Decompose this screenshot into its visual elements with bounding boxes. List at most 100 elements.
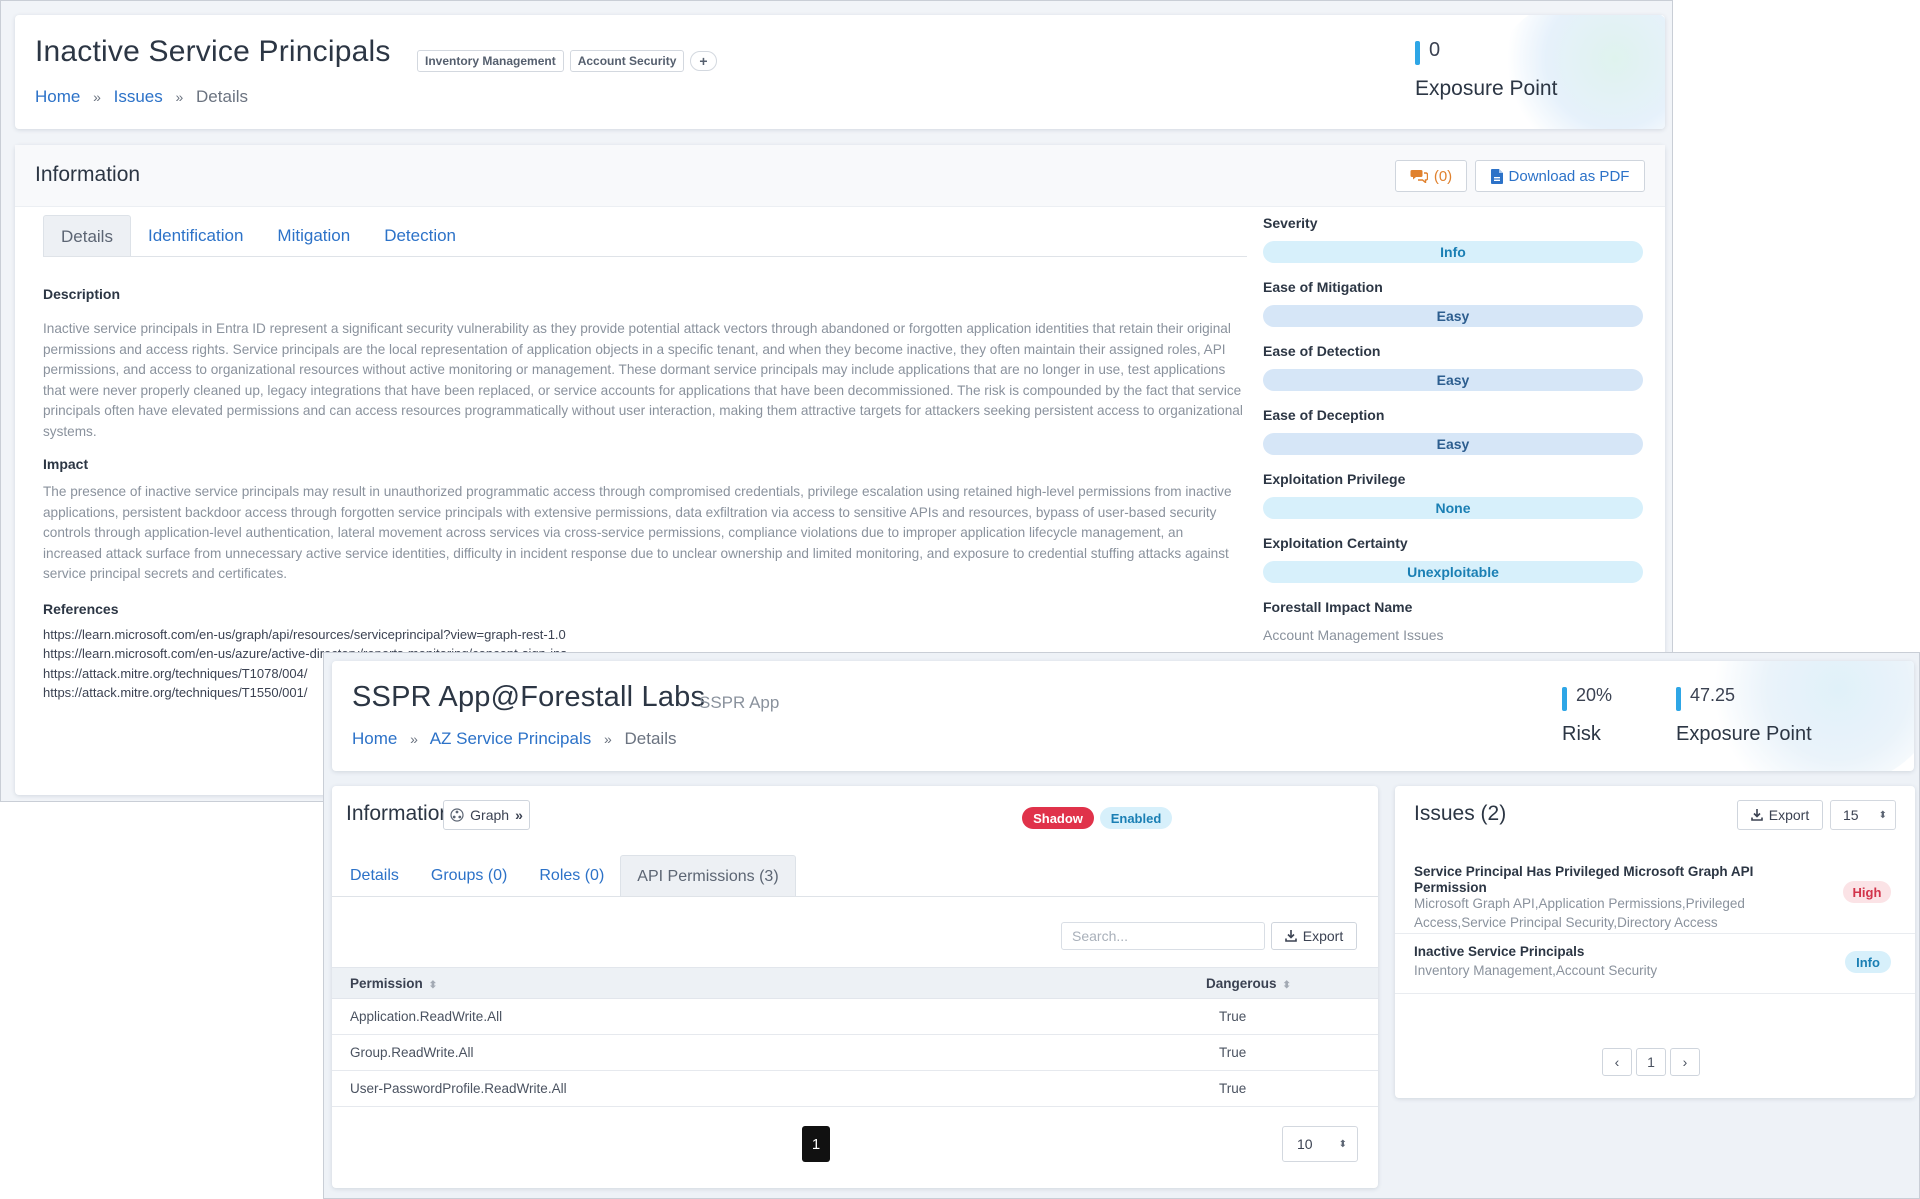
tab-roles[interactable]: Roles (0) <box>523 855 620 897</box>
ease-of-deception-label: Ease of Deception <box>1263 407 1385 423</box>
sort-icon: ⬍ <box>1282 980 1291 991</box>
graph-button-label: Graph <box>470 807 510 823</box>
tab-divider <box>43 256 1247 257</box>
table-row[interactable]: Group.ReadWrite.All True <box>332 1035 1378 1071</box>
breadcrumb-home[interactable]: Home <box>352 729 397 748</box>
download-pdf-label: Download as PDF <box>1508 167 1630 185</box>
risk-value: 20% <box>1576 685 1613 705</box>
metric-accent-bar <box>1415 41 1420 65</box>
ease-of-detection-pill: Easy <box>1263 369 1643 391</box>
reference-link[interactable]: https://learn.microsoft.com/en-us/graph/… <box>43 627 566 642</box>
tab-identification[interactable]: Identification <box>131 215 260 257</box>
column-permission-label: Permission <box>350 976 423 991</box>
exposure-point-label: Exposure Point <box>1676 723 1812 745</box>
table-row[interactable]: Application.ReadWrite.All True <box>332 999 1378 1035</box>
tab-divider <box>332 896 1378 897</box>
select-arrows-icon: ⬍ <box>1338 1138 1347 1150</box>
exposure-point-value: 47.25 <box>1690 685 1736 705</box>
information-card-header: Information (0) Download as PDF <box>15 145 1665 207</box>
exposure-point-label: Exposure Point <box>1415 77 1558 100</box>
metric-accent-bar <box>1676 687 1681 711</box>
reference-link[interactable]: https://attack.mitre.org/techniques/T107… <box>43 666 307 681</box>
issues-export-button[interactable]: Export <box>1737 800 1823 830</box>
breadcrumb: Home » Issues » Details <box>35 87 248 107</box>
search-input[interactable]: Search... <box>1061 922 1265 950</box>
exploitation-certainty-pill: Unexploitable <box>1263 561 1643 583</box>
ease-of-mitigation-label: Ease of Mitigation <box>1263 279 1383 295</box>
page-size-value: 10 <box>1297 1136 1313 1152</box>
information-title: Information <box>346 802 452 825</box>
issue-title[interactable]: Service Principal Has Privileged Microso… <box>1414 864 1784 896</box>
exposure-point-metric: 47.25 Exposure Point <box>1676 685 1876 755</box>
double-chevron-icon: » <box>515 807 523 823</box>
pdf-file-icon <box>1490 168 1503 184</box>
column-permission[interactable]: Permission ⬍ <box>350 976 437 991</box>
breadcrumb-current: Details <box>624 729 677 748</box>
severity-badge-high: High <box>1843 881 1891 903</box>
description-label: Description <box>43 286 121 302</box>
download-icon <box>1750 809 1763 821</box>
page-size-value: 15 <box>1843 807 1859 823</box>
enabled-badge: Enabled <box>1100 807 1172 829</box>
issue-list-item[interactable]: Service Principal Has Privileged Microso… <box>1395 848 1915 934</box>
page-title: Inactive Service Principals <box>35 35 391 68</box>
shadow-badge: Shadow <box>1022 807 1094 829</box>
permissions-table-header: Permission ⬍ Dangerous ⬍ <box>332 967 1378 999</box>
metric-accent-bar <box>1562 687 1567 711</box>
download-pdf-button[interactable]: Download as PDF <box>1475 160 1645 192</box>
dangerous-cell: True <box>1219 1081 1247 1096</box>
exposure-point-value: 0 <box>1429 39 1441 61</box>
permission-cell: Application.ReadWrite.All <box>350 1009 503 1024</box>
issue-tags: Microsoft Graph API,Application Permissi… <box>1414 896 1745 930</box>
exploitation-privilege-label: Exploitation Privilege <box>1263 471 1406 487</box>
permission-cell: User-PasswordProfile.ReadWrite.All <box>350 1081 567 1096</box>
page-size-select[interactable]: 10 ⬍ <box>1282 1126 1358 1162</box>
download-icon <box>1284 930 1297 942</box>
export-label: Export <box>1768 807 1810 823</box>
tag-chip[interactable]: Account Security <box>569 50 685 72</box>
issues-page-size-select[interactable]: 15 ⬍ <box>1830 800 1896 830</box>
breadcrumb-issues[interactable]: Issues <box>114 87 163 106</box>
table-row[interactable]: User-PasswordProfile.ReadWrite.All True <box>332 1071 1378 1107</box>
reference-link[interactable]: https://attack.mitre.org/techniques/T155… <box>43 685 307 700</box>
tab-groups[interactable]: Groups (0) <box>415 855 523 897</box>
sp-tabs: Details Groups (0) Roles (0) API Permiss… <box>334 855 796 897</box>
breadcrumb-separator: » <box>93 89 101 105</box>
service-principal-window: SSPR App@Forestall Labs SSPR App Home » … <box>323 652 1920 1199</box>
risk-metric: 20% Risk <box>1562 685 1662 755</box>
pagination-page-1[interactable]: 1 <box>802 1126 830 1162</box>
tab-api-permissions[interactable]: API Permissions (3) <box>620 855 796 897</box>
tag-chip[interactable]: Inventory Management <box>417 50 564 72</box>
graph-button[interactable]: Graph » <box>443 800 530 830</box>
severity-badge-info: Info <box>1845 951 1891 973</box>
tab-mitigation[interactable]: Mitigation <box>260 215 367 257</box>
tab-details[interactable]: Details <box>43 215 131 257</box>
breadcrumb: Home » AZ Service Principals » Details <box>352 729 676 749</box>
add-tag-button[interactable]: + <box>690 51 717 71</box>
pagination-next-button[interactable]: › <box>1670 1048 1700 1076</box>
tab-detection[interactable]: Detection <box>367 215 473 257</box>
breadcrumb-separator: » <box>175 89 184 105</box>
dangerous-cell: True <box>1219 1045 1247 1060</box>
breadcrumb-az-service-principals[interactable]: AZ Service Principals <box>430 729 592 748</box>
pagination-page-1[interactable]: 1 <box>1636 1048 1666 1076</box>
sp-subtitle: SSPR App <box>699 693 780 712</box>
issue-list-item[interactable]: Inactive Service Principals Inventory Ma… <box>1395 934 1915 994</box>
breadcrumb-current: Details <box>196 87 248 106</box>
column-dangerous-label: Dangerous <box>1206 976 1277 991</box>
issue-title[interactable]: Inactive Service Principals <box>1414 944 1784 960</box>
dangerous-cell: True <box>1219 1009 1247 1024</box>
comments-button[interactable]: (0) <box>1395 160 1467 192</box>
risk-label: Risk <box>1562 723 1601 745</box>
permission-cell: Group.ReadWrite.All <box>350 1045 474 1060</box>
sp-header-card: SSPR App@Forestall Labs SSPR App Home » … <box>332 661 1914 771</box>
severity-pill: Info <box>1263 241 1643 263</box>
column-dangerous[interactable]: Dangerous ⬍ <box>1206 976 1291 991</box>
export-button[interactable]: Export <box>1271 922 1357 950</box>
issue-header-card: Inactive Service Principals Inventory Ma… <box>15 15 1665 129</box>
pagination-prev-button[interactable]: ‹ <box>1602 1048 1632 1076</box>
exploitation-certainty-label: Exploitation Certainty <box>1263 535 1408 551</box>
tab-details[interactable]: Details <box>334 855 415 897</box>
breadcrumb-home[interactable]: Home <box>35 87 80 106</box>
description-text: Inactive service principals in Entra ID … <box>43 321 1243 439</box>
